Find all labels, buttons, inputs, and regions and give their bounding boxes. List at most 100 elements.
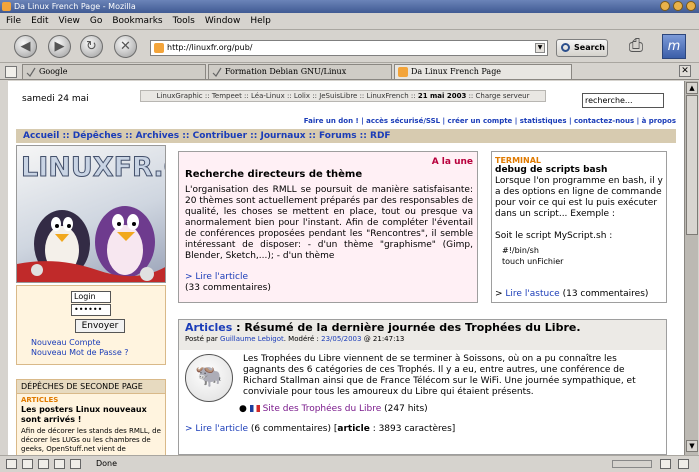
article-time: @ 21:47:13 (361, 335, 405, 343)
new-password-link[interactable]: Nouveau Mot de Passe ? (31, 348, 129, 357)
top-links[interactable]: Faire un don ! | accès sécurisé/SSL | cr… (304, 117, 676, 125)
search-icon (561, 43, 570, 52)
mozilla-icon (2, 2, 11, 11)
trophees-site-link[interactable]: Site des Trophées du Libre (263, 404, 382, 414)
chat-icon[interactable] (54, 459, 65, 469)
tip-comments: (13 commentaires) (559, 289, 649, 299)
scroll-down-icon[interactable]: ▼ (686, 440, 698, 452)
tip-text-1: Lorsque l'on programme en bash, il y a d… (495, 176, 663, 219)
tip-code-line: touch unFichier (502, 257, 564, 266)
date-link[interactable]: 23/05/2003 (321, 335, 361, 343)
login-submit-button[interactable]: Envoyer (75, 319, 125, 333)
tab-linuxfr[interactable]: Da Linux French Page (394, 64, 572, 79)
url-bar[interactable]: http://linuxfr.org/pub/ ▼ (150, 40, 548, 56)
menu-file[interactable]: File (6, 16, 21, 26)
menu-help[interactable]: Help (250, 16, 271, 26)
reload-icon: ↻ (86, 39, 97, 54)
tip-code-line: #!/bin/sh (502, 246, 539, 255)
article-comments: (6 commentaires) [ (248, 424, 338, 434)
tab-label: Da Linux French Page (411, 67, 502, 76)
partner-sites-links[interactable]: LinuxGraphic :: Tempeet :: Léa-Linux :: … (157, 92, 418, 100)
menu-window[interactable]: Window (205, 16, 241, 26)
login-box: Login •••••• Envoyer Nouveau Compte Nouv… (16, 285, 166, 365)
logo-text: LINUXFR.ORG (21, 152, 166, 183)
stop-icon: ✕ (120, 39, 131, 54)
byline-prefix: Posté par (185, 335, 221, 343)
tip-read-row: > Lire l'astuce (13 commentaires) (495, 289, 648, 299)
mail-icon[interactable] (22, 459, 33, 469)
tab-label: Formation Debian GNU/Linux (225, 67, 347, 76)
back-arrow-icon: ◀ (20, 39, 31, 54)
linuxfr-favicon-icon (398, 67, 408, 77)
headline-text: L'organisation des RMLL se poursuit de m… (185, 185, 473, 261)
article-title-text: : Résumé de la dernière journée des Trop… (232, 321, 581, 334)
navigation-toolbar: ◀ ▶ ↻ ✕ http://linuxfr.org/pub/ ▼ Search… (0, 30, 699, 63)
article-read-row: > Lire l'article (6 commentaires) [artic… (185, 424, 455, 434)
tip-read-link[interactable]: Lire l'astuce (505, 289, 559, 299)
news-article: Articles : Résumé de la dernière journée… (178, 319, 667, 455)
back-button[interactable]: ◀ (14, 35, 37, 58)
second-page-text: Afin de décorer les stands des RMLL, de … (21, 427, 161, 453)
terminal-tip-box: TERMINAL debug de scripts bash Lorsque l… (491, 151, 667, 303)
menu-bookmarks[interactable]: Bookmarks (112, 16, 162, 26)
menu-go[interactable]: Go (90, 16, 102, 26)
menu-tools[interactable]: Tools (173, 16, 195, 26)
server-load-link[interactable]: :: Charge serveur (466, 92, 530, 100)
tip-category: TERMINAL (495, 156, 542, 165)
article-read-link[interactable]: > Lire l'article (185, 424, 248, 434)
window-title: Da Linux French Page - Mozilla (14, 2, 136, 11)
composer-icon[interactable] (38, 459, 49, 469)
headline-comments: (33 commentaires) (185, 283, 271, 293)
partner-sites-bar[interactable]: LinuxGraphic :: Tempeet :: Léa-Linux :: … (140, 90, 546, 102)
page-date: samedi 24 mai (22, 94, 89, 104)
window-titlebar: Da Linux French Page - Mozilla (0, 0, 699, 13)
link-hits: (247 hits) (381, 404, 428, 414)
page-viewport: samedi 24 mai LinuxGraphic :: Tempeet ::… (8, 81, 684, 455)
progress-bar (612, 460, 652, 468)
close-tab-button[interactable]: ✕ (679, 65, 691, 77)
navigator-icon[interactable] (6, 459, 17, 469)
vertical-scrollbar[interactable]: ▲ ▼ (684, 81, 698, 455)
tab-debian[interactable]: Formation Debian GNU/Linux (208, 64, 392, 79)
menu-view[interactable]: View (59, 16, 80, 26)
tab-google[interactable]: Google (22, 64, 206, 79)
second-page-title[interactable]: Les posters Linux nouveaux sont arrivés … (17, 404, 165, 425)
minimize-button[interactable] (660, 1, 670, 11)
headline-read-link[interactable]: > Lire l'article (185, 272, 248, 282)
close-window-button[interactable] (686, 1, 696, 11)
gnu-logo-icon: 🐃 (185, 354, 233, 402)
article-title: Articles : Résumé de la dernière journée… (185, 321, 581, 334)
main-nav[interactable]: Accueil :: Dépêches :: Archives :: Contr… (16, 129, 676, 143)
tip-text: Lorsque l'on programme en bash, il y a d… (495, 176, 665, 242)
status-bar: Done (0, 455, 699, 472)
password-input[interactable]: •••••• (71, 304, 111, 316)
print-icon[interactable]: ⎙ (622, 35, 650, 58)
bookmark-icon (212, 67, 222, 77)
url-dropdown-icon[interactable]: ▼ (535, 43, 545, 53)
favicon-icon (154, 43, 164, 53)
security-lock-icon[interactable] (660, 459, 671, 469)
forward-button[interactable]: ▶ (48, 35, 71, 58)
online-status-icon[interactable] (678, 459, 689, 469)
page-search-input[interactable]: recherche... (582, 93, 664, 108)
scroll-thumb[interactable] (686, 95, 698, 235)
new-tab-icon[interactable] (5, 66, 17, 78)
menu-edit[interactable]: Edit (31, 16, 48, 26)
stop-button[interactable]: ✕ (114, 35, 137, 58)
login-input[interactable]: Login (71, 291, 111, 303)
author-link[interactable]: Guillaume Lebigot (220, 335, 284, 343)
throbber-icon[interactable]: m (662, 34, 686, 59)
address-book-icon[interactable] (70, 459, 81, 469)
menu-bar: File Edit View Go Bookmarks Tools Window… (0, 13, 699, 30)
linuxfr-logo[interactable]: LINUXFR.ORG (16, 145, 166, 283)
french-flag-icon (249, 405, 260, 412)
new-account-link[interactable]: Nouveau Compte (31, 338, 101, 347)
url-text: http://linuxfr.org/pub/ (167, 43, 253, 52)
search-button[interactable]: Search (556, 39, 608, 57)
article-section-link[interactable]: Articles (185, 321, 232, 334)
tip-text-2: Soit le script MyScript.sh : (495, 231, 613, 241)
reload-button[interactable]: ↻ (80, 35, 103, 58)
maximize-button[interactable] (673, 1, 683, 11)
scroll-up-icon[interactable]: ▲ (686, 82, 698, 94)
bookmark-icon (26, 67, 36, 77)
